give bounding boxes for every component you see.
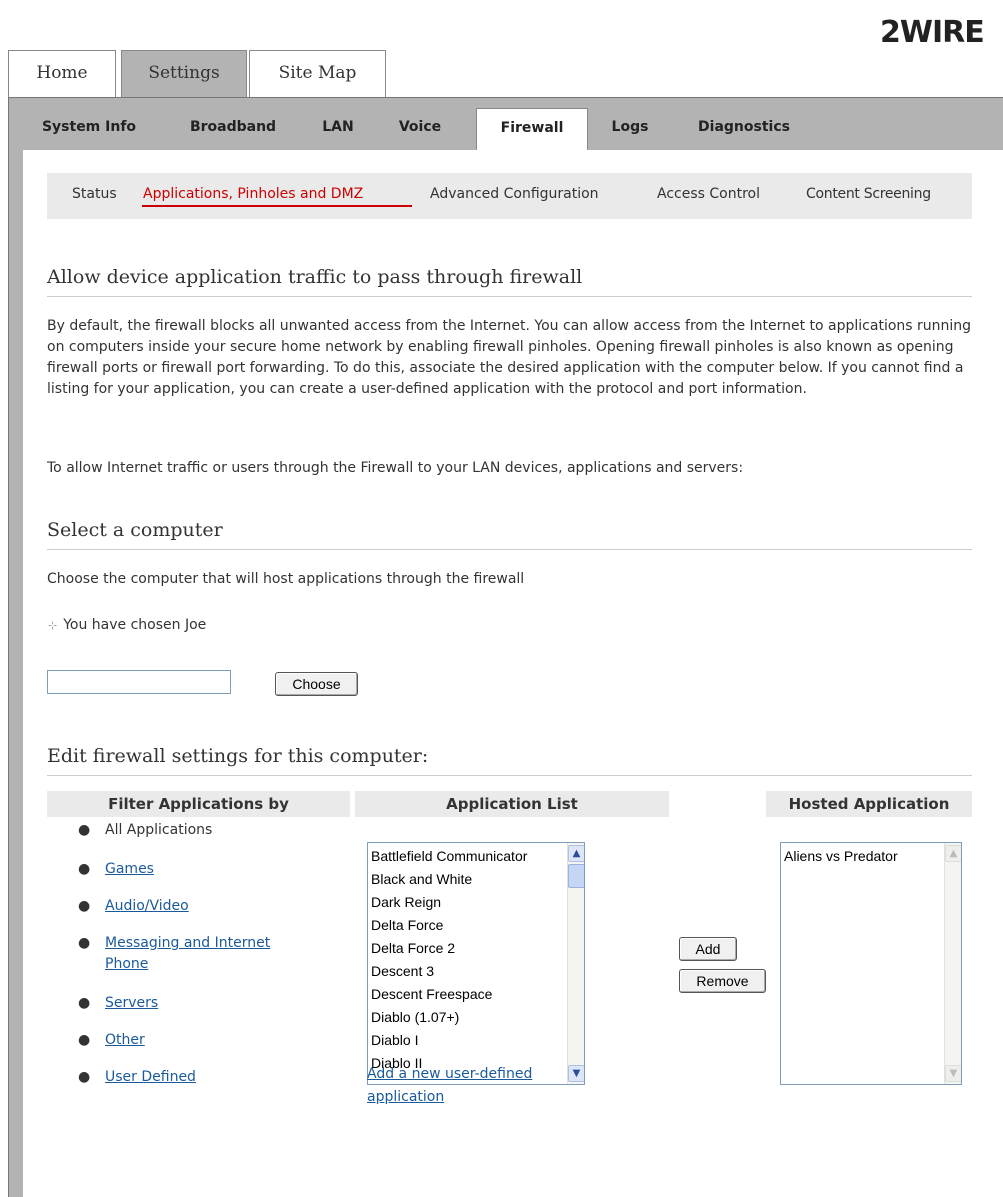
choose-button[interactable]: Choose <box>275 672 358 696</box>
tab-site-map[interactable]: Site Map <box>249 50 386 97</box>
filter-messaging-link[interactable]: Messaging and Internet Phone <box>105 935 270 972</box>
tab-logs[interactable]: Logs <box>594 108 666 148</box>
hosted-options: Aliens vs Predator <box>781 843 961 868</box>
list-item[interactable]: Diablo I <box>368 1029 584 1052</box>
chosen-computer: ⊹ You have chosen Joe <box>48 617 206 633</box>
list-item[interactable]: Aliens vs Predator <box>781 845 961 868</box>
list-item[interactable]: Delta Force <box>368 914 584 937</box>
tab-diagnostics[interactable]: Diagnostics <box>674 108 814 148</box>
filter-item: ● Other <box>78 1032 145 1048</box>
active-nav-underline <box>142 205 412 207</box>
chosen-computer-text: You have chosen Joe <box>63 617 207 633</box>
divider <box>47 549 972 550</box>
select-computer-description: Choose the computer that will host appli… <box>47 571 525 587</box>
list-item[interactable]: Descent 3 <box>368 960 584 983</box>
chevron-down-icon[interactable]: ▼ <box>945 1065 961 1082</box>
filter-item: ● Games <box>78 861 154 877</box>
list-item[interactable]: Diablo (1.07+) <box>368 1006 584 1029</box>
application-options: Battlefield Communicator Black and White… <box>368 843 584 1075</box>
filter-item: ● User Defined <box>78 1069 196 1085</box>
hosted-application-listbox[interactable]: Aliens vs Predator ▲ ▼ <box>780 842 962 1085</box>
tab-firewall[interactable]: Firewall <box>476 108 588 152</box>
filter-item: ● All Applications <box>78 822 213 838</box>
filter-item: ● Messaging and Internet Phone <box>78 935 271 972</box>
filter-header: Filter Applications by <box>47 791 350 817</box>
filter-other-link[interactable]: Other <box>105 1032 145 1048</box>
remove-button[interactable]: Remove <box>679 969 766 993</box>
tab-settings[interactable]: Settings <box>121 50 247 97</box>
list-item[interactable]: Dark Reign <box>368 891 584 914</box>
nav-status[interactable]: Status <box>72 186 117 202</box>
section-title-allow-traffic: Allow device application traffic to pass… <box>47 266 583 288</box>
firewall-nav: Status Applications, Pinholes and DMZ Ad… <box>47 173 972 219</box>
application-listbox[interactable]: Battlefield Communicator Black and White… <box>367 842 585 1085</box>
instruction-text: To allow Internet traffic or users throu… <box>47 460 744 476</box>
tab-lan[interactable]: LAN <box>308 108 368 148</box>
chevron-up-icon[interactable]: ▲ <box>945 845 961 862</box>
tab-broadband[interactable]: Broadband <box>168 108 298 148</box>
hosted-list-scrollbar[interactable]: ▲ ▼ <box>944 843 961 1084</box>
list-item[interactable]: Descent Freespace <box>368 983 584 1006</box>
divider <box>47 296 972 297</box>
application-list-scrollbar[interactable]: ▲ ▼ <box>567 843 584 1084</box>
tab-voice[interactable]: Voice <box>380 108 460 148</box>
list-item[interactable]: Battlefield Communicator <box>368 845 584 868</box>
divider <box>47 775 972 776</box>
computer-name-input[interactable] <box>47 670 231 694</box>
filter-servers-link[interactable]: Servers <box>105 995 158 1011</box>
intro-paragraph: By default, the firewall blocks all unwa… <box>47 318 972 397</box>
nav-content-screening[interactable]: Content Screening <box>806 186 931 202</box>
add-button[interactable]: Add <box>679 937 737 961</box>
section-title-edit-settings: Edit firewall settings for this computer… <box>47 745 429 767</box>
filter-list: ● All Applications ● Games ● Audio/Video… <box>78 820 338 1104</box>
chevron-up-icon[interactable]: ▲ <box>568 845 584 862</box>
filter-item: ● Audio/Video <box>78 898 189 914</box>
filter-all-applications: All Applications <box>105 822 213 838</box>
list-item[interactable]: Black and White <box>368 868 584 891</box>
application-list-header: Application List <box>355 791 669 817</box>
brand-logo: 2WIRE <box>880 15 985 50</box>
nav-access-control[interactable]: Access Control <box>657 186 760 202</box>
computer-icon: ⊹ <box>48 619 58 632</box>
add-user-defined-application-link[interactable]: Add a new user-defined application <box>367 1063 597 1109</box>
scrollbar-thumb[interactable] <box>568 864 584 888</box>
nav-applications-pinholes-dmz[interactable]: Applications, Pinholes and DMZ <box>143 186 363 202</box>
hosted-application-header: Hosted Application <box>766 791 972 817</box>
list-item[interactable]: Delta Force 2 <box>368 937 584 960</box>
tab-home[interactable]: Home <box>8 50 116 97</box>
filter-user-defined-link[interactable]: User Defined <box>105 1069 196 1085</box>
nav-advanced-configuration[interactable]: Advanced Configuration <box>430 186 599 202</box>
tab-system-info[interactable]: System Info <box>18 108 160 148</box>
filter-item: ● Servers <box>78 995 159 1011</box>
filter-games-link[interactable]: Games <box>105 861 154 877</box>
section-title-select-computer: Select a computer <box>47 519 223 541</box>
filter-audio-video-link[interactable]: Audio/Video <box>105 898 189 914</box>
